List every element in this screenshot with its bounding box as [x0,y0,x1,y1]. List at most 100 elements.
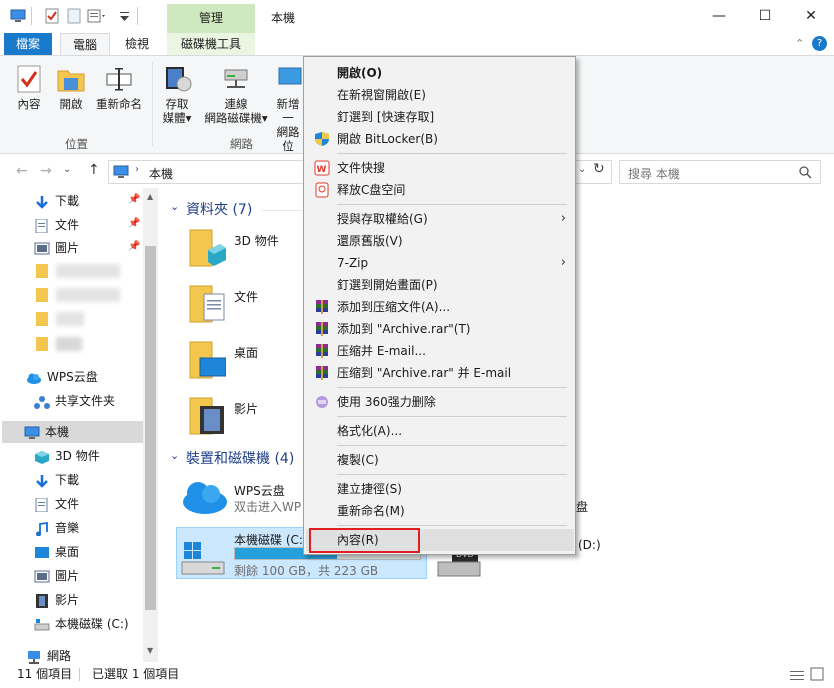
network-group-label: 網路 [230,137,253,151]
properties-button[interactable]: 內容 [12,64,46,111]
recent-locations-icon[interactable]: ⌄ [63,164,71,175]
close-button[interactable]: ✕ [788,0,834,33]
menu-item-give-access[interactable]: 授與存取權給(G) › [306,208,574,230]
wps-cloud-drive[interactable] [180,476,230,519]
breadcrumb-chevron-icon[interactable]: › [135,164,139,175]
menu-item-wps-search[interactable]: W 文件快搜 [306,157,574,179]
search-input[interactable]: 搜尋 本機 [619,160,821,184]
collapse-chevron-icon[interactable]: ⌄ [170,449,179,462]
nav-item-3d-objects[interactable]: 3D 物件 [34,445,100,467]
open-folder-icon [57,70,85,92]
tab-drive-tools[interactable]: 磁碟機工具 [167,33,255,55]
nav-item-wps-cloud[interactable]: WPS云盘 [26,366,98,388]
nav-item-this-pc[interactable]: 本機 [2,421,143,443]
winrar-icon [316,300,328,314]
menu-item-bitlocker[interactable]: 開啟 BitLocker(B) [306,128,574,150]
add-network-location-button[interactable]: 新增一 網路位 [272,64,304,153]
drive-icon [34,618,50,630]
open-button[interactable]: 開啟 [54,64,88,111]
properties-icon [17,65,41,93]
blurred-folder-label [56,337,82,351]
minimize-button[interactable]: — [696,0,742,33]
menu-item-pin-quick-access[interactable]: 釘選到 [快速存取] [306,106,574,128]
add-location-label-1: 新增一 [276,97,300,125]
folder-3d-objects[interactable] [188,226,226,273]
tab-view[interactable]: 檢視 [114,33,160,55]
blurred-folder-label [56,312,84,326]
menu-item-open[interactable]: 開啟(O) [306,62,574,84]
collapse-ribbon-icon[interactable]: ⌃ [795,37,804,50]
network-icon [28,650,40,664]
properties-label: 內容 [17,97,41,111]
forward-icon[interactable]: → [40,163,52,179]
folder-icon[interactable] [36,337,48,351]
menu-item-open-new-window[interactable]: 在新視窗開啟(E) [306,84,574,106]
folders-section-header[interactable]: 資料夾 (7) [186,199,252,219]
map-network-drive-button[interactable]: 連線 網路磁碟機▾ [200,64,272,125]
nav-item-pictures-quick[interactable]: 圖片 [34,237,79,259]
customize-qa-icon[interactable] [87,8,109,24]
rename-button[interactable]: 重新命名 [93,64,145,111]
manage-tab-header[interactable]: 管理 [167,4,255,33]
menu-item-format[interactable]: 格式化(A)... [306,420,574,442]
nav-item-local-disk-c[interactable]: 本機磁碟 (C:) [34,613,129,635]
pin-icon[interactable]: 📌 [128,218,140,229]
menu-item-free-c-space[interactable]: 释放C盘空间 [306,179,574,201]
pin-icon[interactable]: 📌 [128,194,140,205]
drive-d-label: (D:) [578,538,601,552]
properties-check-icon[interactable] [44,8,60,24]
menu-item-rename[interactable]: 重新命名(M) [306,500,574,522]
new-folder-qa-icon[interactable] [66,8,82,24]
nav-item-music[interactable]: 音樂 [34,517,79,539]
nav-item-shared-folder[interactable]: 共享文件夹 [34,390,115,412]
pin-icon[interactable]: 📌 [128,241,140,252]
folder-icon[interactable] [36,264,48,278]
wps-name: WPS云盘 [234,484,285,498]
scrollbar-thumb[interactable] [145,246,156,610]
large-icons-view-icon[interactable] [810,667,824,687]
maximize-button[interactable]: ☐ [742,0,788,33]
menu-item-compress-email[interactable]: 压缩并 E-mail... [306,340,574,362]
collapse-chevron-icon[interactable]: ⌄ [170,200,179,213]
scroll-down-icon[interactable]: ▼ [147,646,153,655]
menu-item-copy[interactable]: 複製(C) [306,449,574,471]
tab-file[interactable]: 檔案 [4,33,52,55]
back-icon[interactable]: ← [16,163,28,179]
folder-videos[interactable] [188,394,226,441]
folder-desktop[interactable] [188,338,227,385]
menu-item-compress-rar-email[interactable]: 压缩到 "Archive.rar" 并 E-mail [306,362,574,384]
help-icon[interactable]: ? [812,36,827,51]
chevron-down-icon[interactable] [117,8,133,24]
nav-item-documents-quick[interactable]: 文件 [34,214,79,236]
refresh-button[interactable]: ↻ [593,161,605,177]
address-dropdown-icon[interactable]: ⌄ [578,164,586,175]
up-icon[interactable]: ↑ [88,162,100,178]
folder-icon[interactable] [36,288,48,302]
details-view-icon[interactable] [790,668,804,688]
folder-documents[interactable] [188,282,226,329]
scroll-up-icon[interactable]: ▲ [147,192,153,201]
access-media-button[interactable]: 存取 媒體▾ [157,64,197,125]
breadcrumb[interactable]: 本機 [149,165,173,182]
add-location-label-2: 網路位 [276,125,300,153]
nav-item-downloads-quick[interactable]: 下載 [34,190,79,212]
folder-icon[interactable] [36,312,48,326]
menu-item-360-delete[interactable]: 使用 360强力删除 [306,391,574,413]
nav-scrollbar[interactable]: ▲ ▼ [143,188,158,662]
drives-section-header[interactable]: 裝置和磁碟機 (4) [186,448,294,468]
nav-item-documents[interactable]: 文件 [34,493,79,515]
menu-item-pin-start[interactable]: 釘選到開始畫面(P) [306,274,574,296]
rename-icon [106,68,132,91]
nav-item-downloads[interactable]: 下載 [34,469,79,491]
tab-computer[interactable]: 電腦 [60,33,110,55]
menu-item-add-to-archive[interactable]: 添加到压缩文件(A)... [306,296,574,318]
menu-item-add-to-archive-rar[interactable]: 添加到 "Archive.rar"(T) [306,318,574,340]
nav-item-desktop[interactable]: 桌面 [34,541,79,563]
nav-item-videos[interactable]: 影片 [34,589,79,611]
wps-cloud-icon [183,482,227,514]
menu-item-7zip[interactable]: 7-Zip › [306,252,574,274]
menu-item-create-shortcut[interactable]: 建立捷徑(S) [306,478,574,500]
drive-c-free: 剩餘 100 GB，共 223 GB [234,564,379,578]
nav-item-pictures[interactable]: 圖片 [34,565,79,587]
menu-item-restore-previous[interactable]: 還原舊版(V) [306,230,574,252]
